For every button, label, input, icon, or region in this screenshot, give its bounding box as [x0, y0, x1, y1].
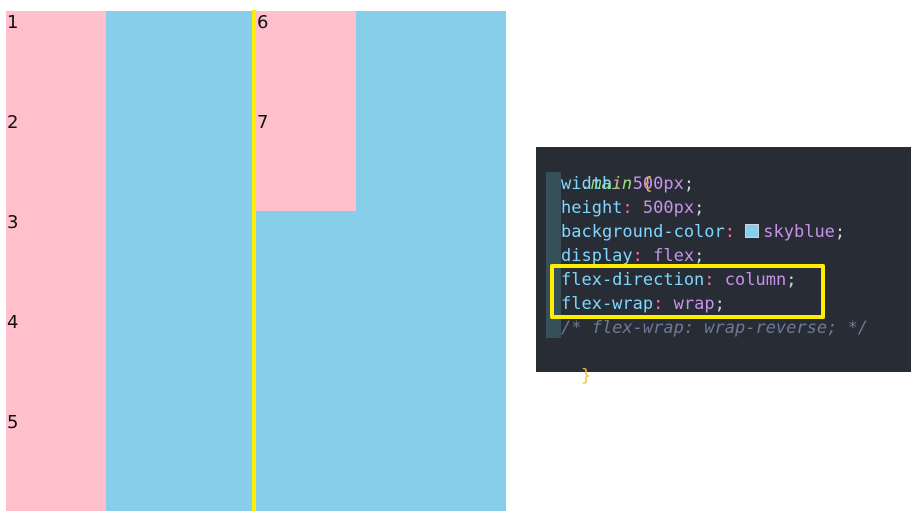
code-line-close: }: [540, 340, 591, 386]
color-swatch-icon[interactable]: [745, 224, 760, 238]
css-value: 500px: [642, 198, 695, 218]
code-editor-panel: .main { width: 500px; height: 500px; bac…: [536, 147, 911, 386]
code-line-background-color: background-color: skyblue;: [561, 222, 846, 242]
flex-item-label: 5: [7, 412, 19, 433]
flex-item-label: 1: [7, 12, 19, 33]
code-line-height: height: 500px;: [561, 198, 705, 218]
flex-item-3: 3: [6, 211, 106, 311]
css-property: background-color: [561, 222, 725, 242]
code-line-selector: .main {: [540, 148, 653, 194]
flex-item-5: 5: [6, 411, 106, 511]
css-property: display: [561, 246, 633, 266]
flex-item-4: 4: [6, 311, 106, 411]
flex-item-1: 1: [6, 11, 106, 111]
code-line-width: width: 500px;: [561, 174, 695, 194]
flex-item-label: 3: [7, 212, 19, 233]
highlight-box: [550, 264, 825, 319]
flex-item-label: 4: [7, 312, 19, 333]
code-line-comment: /* flex-wrap: wrap-reverse; */: [561, 318, 869, 338]
flex-item-7: 7: [256, 111, 356, 211]
column-divider-line: [252, 10, 256, 511]
css-value: skyblue: [763, 222, 835, 242]
css-property: height: [561, 198, 623, 218]
flex-item-2: 2: [6, 111, 106, 211]
css-property: width: [561, 174, 613, 194]
flex-item-label: 2: [7, 112, 19, 133]
flex-item-label: 7: [257, 112, 269, 133]
close-brace: }: [580, 366, 592, 386]
flex-item-6: 6: [256, 11, 356, 111]
flex-container-demo: 1 2 3 4 5 6 7: [6, 11, 506, 511]
css-value: flex: [653, 246, 695, 266]
flex-item-label: 6: [257, 12, 269, 33]
css-value: 500px: [632, 174, 684, 194]
